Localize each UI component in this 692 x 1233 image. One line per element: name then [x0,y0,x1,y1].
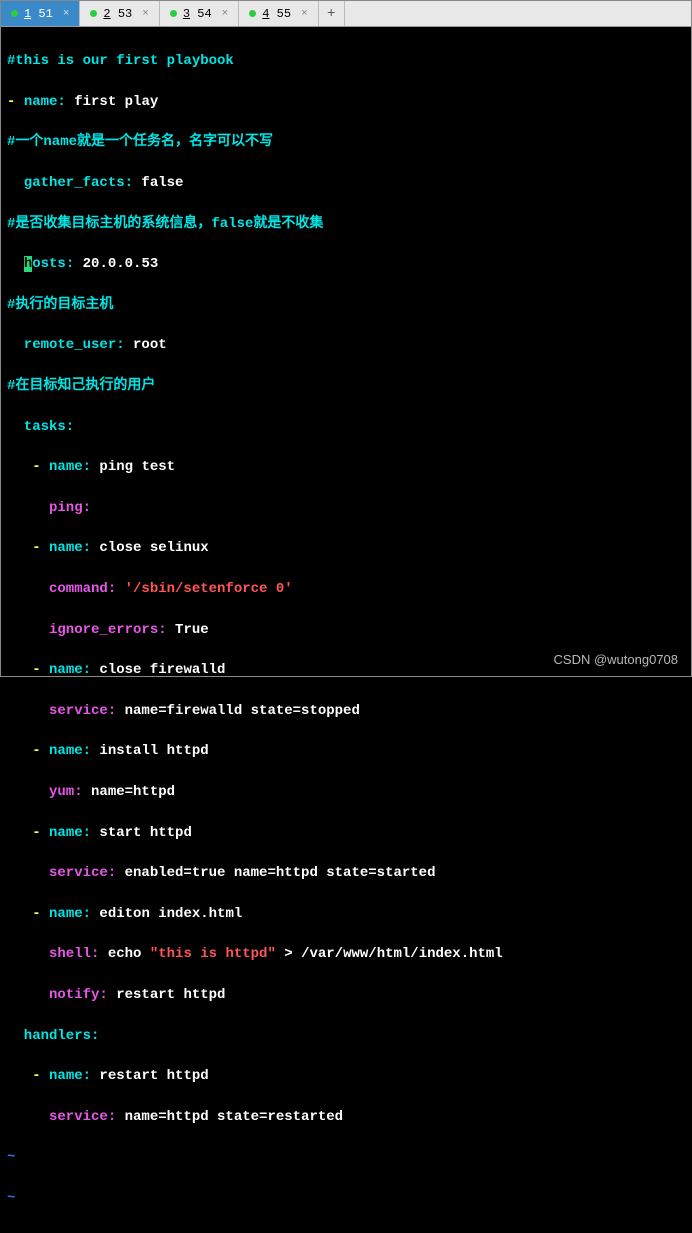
empty-line-tilde: ~ [7,1149,15,1165]
yaml-key: gather_facts: [7,175,133,191]
yaml-key: name: [24,94,66,110]
yaml-key: name: [49,743,91,759]
empty-line-tilde: ~ [7,1190,15,1206]
tab-4[interactable]: 4 55 × [239,1,318,26]
yaml-key: service: [7,1109,116,1125]
comment: #一个name就是一个任务名，名字可以不写 [7,134,273,150]
new-tab-button[interactable]: + [319,1,345,26]
tab-2[interactable]: 2 53 × [80,1,159,26]
yaml-value: close selinux [91,540,209,556]
modified-dot-icon [170,10,177,17]
yaml-value: restart httpd [91,1068,209,1084]
yaml-dash: - [7,662,49,678]
yaml-value: close firewalld [91,662,225,678]
close-icon[interactable]: × [222,8,229,20]
modified-dot-icon [11,10,18,17]
tab-3[interactable]: 3 54 × [160,1,239,26]
yaml-value: false [133,175,183,191]
yaml-dash: - [7,743,49,759]
comment: #是否收集目标主机的系统信息，false就是不收集 [7,216,323,232]
yaml-value: root [125,337,167,353]
comment: #在目标知己执行的用户 [7,378,155,394]
tab-label: 1 51 [24,7,53,21]
indent [7,256,24,272]
yaml-dash: - [7,1068,49,1084]
tab-label: 2 53 [103,7,132,21]
yaml-value: install httpd [91,743,209,759]
modified-dot-icon [249,10,256,17]
yaml-key: shell: [7,946,99,962]
tab-label: 4 55 [262,7,291,21]
yaml-dash: - [7,825,49,841]
tab-bar: 1 51 × 2 53 × 3 54 × 4 55 × + [1,1,691,27]
yaml-key: command: [7,581,116,597]
yaml-key: tasks: [7,419,74,435]
yaml-dash: - [7,540,49,556]
yaml-value: restart httpd [108,987,226,1003]
yaml-value: name=httpd state=restarted [116,1109,343,1125]
yaml-value: ping test [91,459,175,475]
yaml-key: name: [49,540,91,556]
yaml-string: "this is httpd" [150,946,276,962]
text: echo [99,946,149,962]
yaml-key: osts: [32,256,74,272]
watermark: CSDN @wutong0708 [554,652,678,667]
yaml-value: editon index.html [91,906,242,922]
yaml-dash: - [7,459,49,475]
yaml-key: name: [49,906,91,922]
yaml-key: yum: [7,784,83,800]
yaml-key: ignore_errors: [7,622,167,638]
yaml-key: ping: [7,500,91,516]
yaml-value: name=httpd [83,784,175,800]
cursor: h [24,256,32,272]
yaml-key: name: [49,825,91,841]
yaml-key: name: [49,459,91,475]
close-icon[interactable]: × [63,8,70,20]
yaml-value: name=firewalld state=stopped [116,703,360,719]
yaml-key: name: [49,662,91,678]
yaml-dash: - [7,906,49,922]
tab-label: 3 54 [183,7,212,21]
yaml-string: '/sbin/setenforce 0' [116,581,292,597]
comment: #this is our first playbook [7,53,234,69]
text: > /var/www/html/index.html [276,946,503,962]
yaml-key: service: [7,703,116,719]
yaml-value: True [167,622,209,638]
comment: #执行的目标主机 [7,297,113,313]
yaml-value: enabled=true name=httpd state=started [116,865,435,881]
yaml-key: handlers: [7,1028,99,1044]
yaml-key: service: [7,865,116,881]
yaml-value: start httpd [91,825,192,841]
yaml-dash: - [7,94,24,110]
code-editor[interactable]: #this is our first playbook - name: firs… [1,27,691,1233]
yaml-key: notify: [7,987,108,1003]
yaml-value: first play [66,94,158,110]
yaml-key: remote_user: [7,337,125,353]
yaml-key: name: [49,1068,91,1084]
close-icon[interactable]: × [142,8,149,20]
tab-1[interactable]: 1 51 × [1,1,80,26]
yaml-value: 20.0.0.53 [74,256,158,272]
close-icon[interactable]: × [301,8,308,20]
modified-dot-icon [90,10,97,17]
